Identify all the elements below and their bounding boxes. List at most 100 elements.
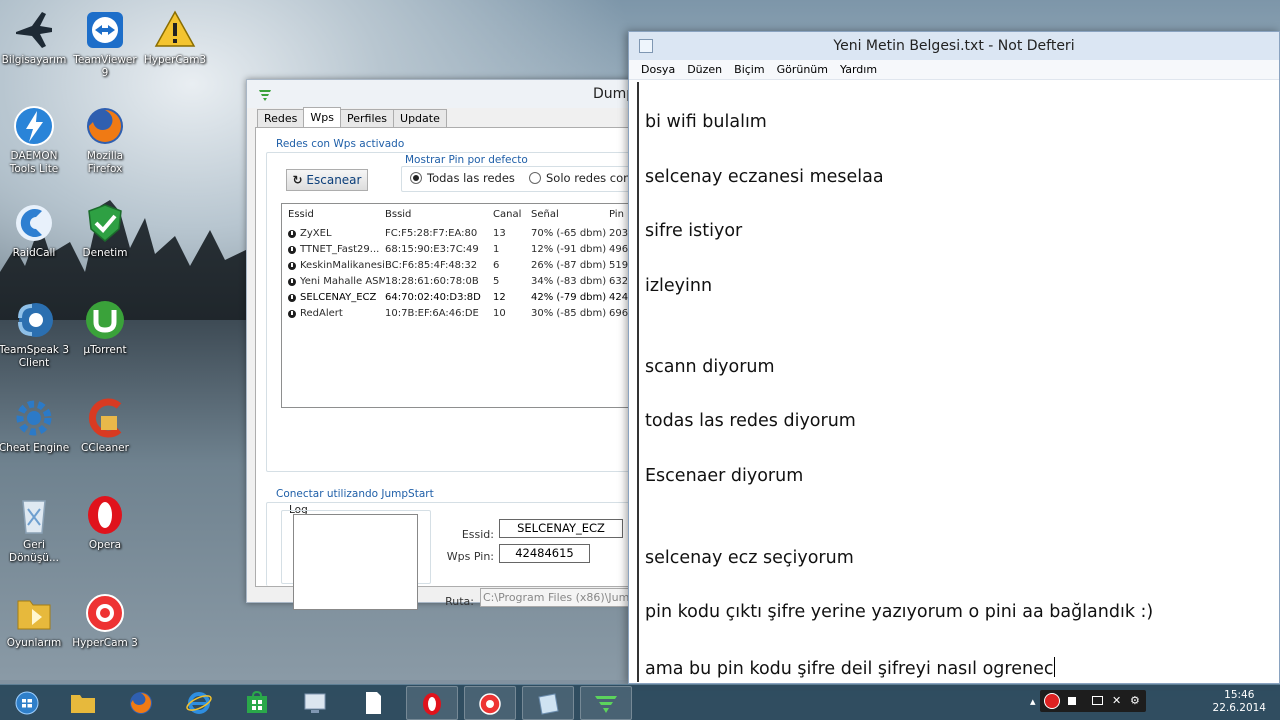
taskbar-internet-explorer[interactable] <box>174 686 226 720</box>
notepad-icon <box>535 692 561 716</box>
start-button[interactable] <box>2 686 54 720</box>
text-line: pin kodu çıktı şifre yerine yazıyorum o … <box>645 602 1154 622</box>
wps-bullet-icon <box>288 278 296 286</box>
log-textarea[interactable] <box>293 514 418 610</box>
notepad-window[interactable]: Yeni Metin Belgesi.txt - Not Defteri Dos… <box>628 31 1280 684</box>
col-essid[interactable]: Essid <box>282 204 385 226</box>
record-pause-icon[interactable] <box>1044 693 1060 709</box>
opera-icon <box>419 692 445 716</box>
col-canal[interactable]: Canal <box>493 204 531 226</box>
pin-group-title: Mostrar Pin por defecto <box>405 154 528 166</box>
taskbar-firefox[interactable] <box>116 686 168 720</box>
wps-bullet-icon <box>288 310 296 318</box>
taskbar-opera[interactable] <box>406 686 458 720</box>
table-row[interactable]: TTNET_Fast29... 68:15:90:E3:7C:49 1 12% … <box>282 242 640 258</box>
menu-yardim[interactable]: Yardım <box>834 60 883 79</box>
desktop-icon-raidcall[interactable]: RaidCall <box>0 201 70 260</box>
desktop-icon-oyunlarim[interactable]: Oyunlarım <box>0 591 70 650</box>
hypercam-warning-icon <box>153 8 197 52</box>
desktop-icon-denetim[interactable]: Denetim <box>69 201 141 260</box>
hypercam-icon <box>83 591 127 635</box>
firefox-icon <box>128 691 154 715</box>
row-senal: 34% (-83 dbm) <box>531 276 607 287</box>
taskbar-store[interactable] <box>232 686 284 720</box>
wps-pin-field[interactable]: 42484615 <box>499 544 590 563</box>
desktop-icon-hypercam3[interactable]: HyperCam3 <box>139 8 211 67</box>
desktop-icon-hypercam[interactable]: HyperCam 3 <box>69 591 141 650</box>
jumpstart-group-title: Conectar utilizando JumpStart <box>276 488 434 500</box>
notepad-menubar: Dosya Düzen Biçim Görünüm Yardım <box>629 60 1279 80</box>
col-senal[interactable]: Señal <box>531 204 609 226</box>
control-panel-icon <box>302 691 328 715</box>
computer-icon <box>12 8 56 52</box>
dumpper-window[interactable]: Dump Redes Wps Perfiles Update Redes con… <box>246 79 651 610</box>
row-senal: 12% (-91 dbm) <box>531 244 607 255</box>
networks-listview[interactable]: Essid Bssid Canal Señal Pin ZyXEL FC:F5:… <box>281 203 641 408</box>
wifi-icon <box>257 86 273 102</box>
taskbar-file-explorer[interactable] <box>58 686 110 720</box>
opera-icon <box>83 493 127 537</box>
desktop-icon-firefox[interactable]: Mozilla Firefox <box>69 104 141 176</box>
notepad-titlebar[interactable]: Yeni Metin Belgesi.txt - Not Defteri <box>629 32 1279 60</box>
tab-redes[interactable]: Redes <box>257 109 305 127</box>
row-canal: 13 <box>493 228 506 239</box>
taskbar-control-panel[interactable] <box>290 686 342 720</box>
taskbar-dumpper[interactable] <box>580 686 632 720</box>
camera-icon[interactable] <box>1092 696 1103 705</box>
tab-update[interactable]: Update <box>393 109 447 127</box>
desktop-icon-computer[interactable]: Bilgisayarım <box>0 8 70 67</box>
recording-toolbar[interactable]: ✕ ⚙ <box>1040 690 1146 712</box>
text-line-last: ama bu pin kodu şifre deil şifreyi nasıl… <box>645 657 1056 679</box>
taskbar-hypercam[interactable] <box>464 686 516 720</box>
clock-date: 22.6.2014 <box>1212 702 1266 714</box>
dumpper-titlebar[interactable]: Dump <box>247 80 645 108</box>
hypercam-icon <box>477 692 503 716</box>
row-bssid: 18:28:61:60:78:0B <box>385 276 479 287</box>
settings-icon[interactable]: ⚙ <box>1130 694 1140 707</box>
row-canal: 10 <box>493 308 506 319</box>
menu-dosya[interactable]: Dosya <box>635 60 681 79</box>
scan-button[interactable]: ↻ Escanear <box>286 169 368 191</box>
desktop-icon-teamviewer[interactable]: TeamViewer 9 <box>69 8 141 80</box>
radio-solo-label: Solo redes conc <box>546 171 637 185</box>
desktop-icon-ccleaner[interactable]: CCleaner <box>69 396 141 455</box>
stop-icon[interactable] <box>1068 697 1076 705</box>
clock-time: 15:46 <box>1224 689 1255 701</box>
desktop-icon-opera[interactable]: Opera <box>69 493 141 552</box>
row-bssid: BC:F6:85:4F:48:32 <box>385 260 478 271</box>
wps-bullet-icon <box>288 262 296 270</box>
refresh-icon: ↻ <box>292 173 303 187</box>
table-row[interactable]: Yeni Mahalle ASM 18:28:61:60:78:0B 5 34%… <box>282 274 640 290</box>
wps-group-title: Redes con Wps activado <box>276 138 405 150</box>
desktop-icon-daemon-tools[interactable]: DAEMON Tools Lite <box>0 104 70 176</box>
internet-explorer-icon <box>186 691 212 715</box>
taskbar-blank-document[interactable] <box>348 686 400 720</box>
tab-perfiles[interactable]: Perfiles <box>340 109 395 127</box>
blank-document-icon <box>360 691 386 715</box>
radio-solo-redes[interactable]: Solo redes conc <box>529 171 637 185</box>
desktop-icon-utorrent[interactable]: µTorrent <box>69 298 141 357</box>
taskbar-notepad[interactable] <box>522 686 574 720</box>
tray-clock[interactable]: 15:46 22.6.2014 <box>1213 689 1266 715</box>
notepad-text-area[interactable]: bi wifi bulalım selcenay eczanesi mesela… <box>637 82 1269 682</box>
tab-wps[interactable]: Wps <box>303 107 341 127</box>
text-line: scann diyorum <box>645 357 775 377</box>
table-row-selected[interactable]: SELCENAY_ECZ 64:70:02:40:D3:8D 12 42% (-… <box>282 290 640 306</box>
menu-bicim[interactable]: Biçim <box>728 60 770 79</box>
tray-expand-icon[interactable]: ▴ <box>1030 695 1036 708</box>
table-row[interactable]: KeskinMalikanesi BC:F6:85:4F:48:32 6 26%… <box>282 258 640 274</box>
desktop-icon-teamspeak[interactable]: TeamSpeak 3 Client <box>0 298 70 370</box>
radio-todas-las-redes[interactable]: Todas las redes <box>410 171 515 185</box>
desktop-icon-cheat-engine[interactable]: Cheat Engine <box>0 396 70 455</box>
text-line: todas las redes diyorum <box>645 411 856 431</box>
desktop-icon-recycle-bin[interactable]: Geri Dönüşü... <box>0 493 70 565</box>
menu-duzen[interactable]: Düzen <box>681 60 728 79</box>
table-row[interactable]: RedAlert 10:7B:EF:6A:46:DE 10 30% (-85 d… <box>282 306 640 322</box>
menu-gorunum[interactable]: Görünüm <box>771 60 834 79</box>
essid-field[interactable]: SELCENAY_ECZ <box>499 519 623 538</box>
mic-muted-icon[interactable]: ✕ <box>1112 694 1121 707</box>
notepad-title: Yeni Metin Belgesi.txt - Not Defteri <box>833 38 1075 54</box>
ruta-field[interactable]: C:\Program Files (x86)\Jump <box>480 588 635 607</box>
table-row[interactable]: ZyXEL FC:F5:28:F7:EA:80 13 70% (-65 dbm)… <box>282 226 640 242</box>
col-bssid[interactable]: Bssid <box>385 204 493 226</box>
